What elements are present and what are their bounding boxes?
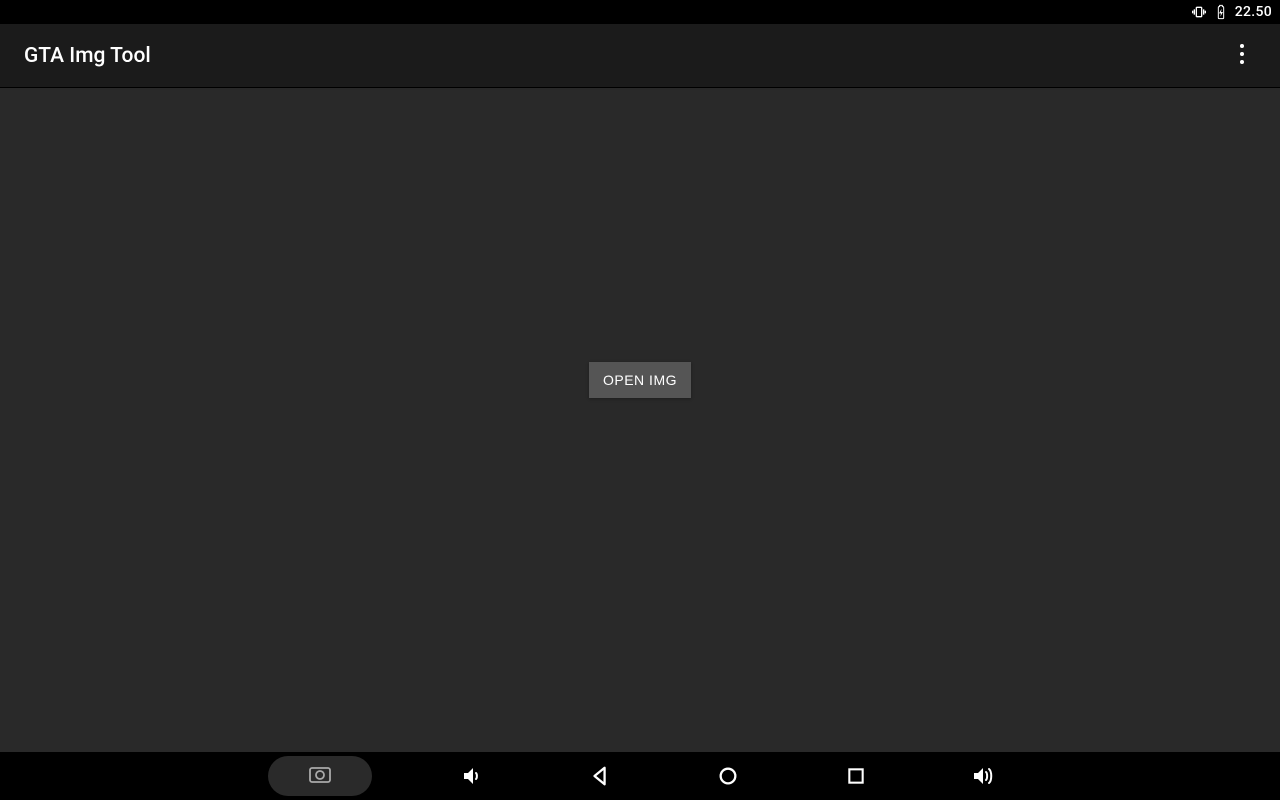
status-time: 22.50 — [1235, 4, 1272, 20]
recents-button[interactable] — [828, 756, 884, 796]
volume-up-icon — [971, 764, 997, 788]
app-title: GTA Img Tool — [24, 44, 151, 68]
back-icon — [589, 765, 611, 787]
screenshot-button[interactable] — [268, 756, 372, 796]
volume-up-button[interactable] — [956, 756, 1012, 796]
content-area: OPEN IMG — [0, 88, 1280, 752]
battery-charging-icon — [1213, 4, 1229, 20]
home-button[interactable] — [700, 756, 756, 796]
status-bar: 22.50 — [0, 0, 1280, 24]
volume-down-icon — [460, 764, 484, 788]
open-img-button[interactable]: OPEN IMG — [589, 362, 691, 398]
more-vert-icon — [1239, 43, 1245, 69]
app-bar: GTA Img Tool — [0, 24, 1280, 88]
recents-icon — [846, 766, 866, 786]
home-icon — [717, 765, 739, 787]
back-button[interactable] — [572, 756, 628, 796]
camera-icon — [308, 764, 332, 788]
navigation-bar — [0, 752, 1280, 800]
overflow-menu-button[interactable] — [1224, 38, 1260, 74]
vibrate-icon — [1191, 4, 1207, 20]
volume-down-button[interactable] — [444, 756, 500, 796]
